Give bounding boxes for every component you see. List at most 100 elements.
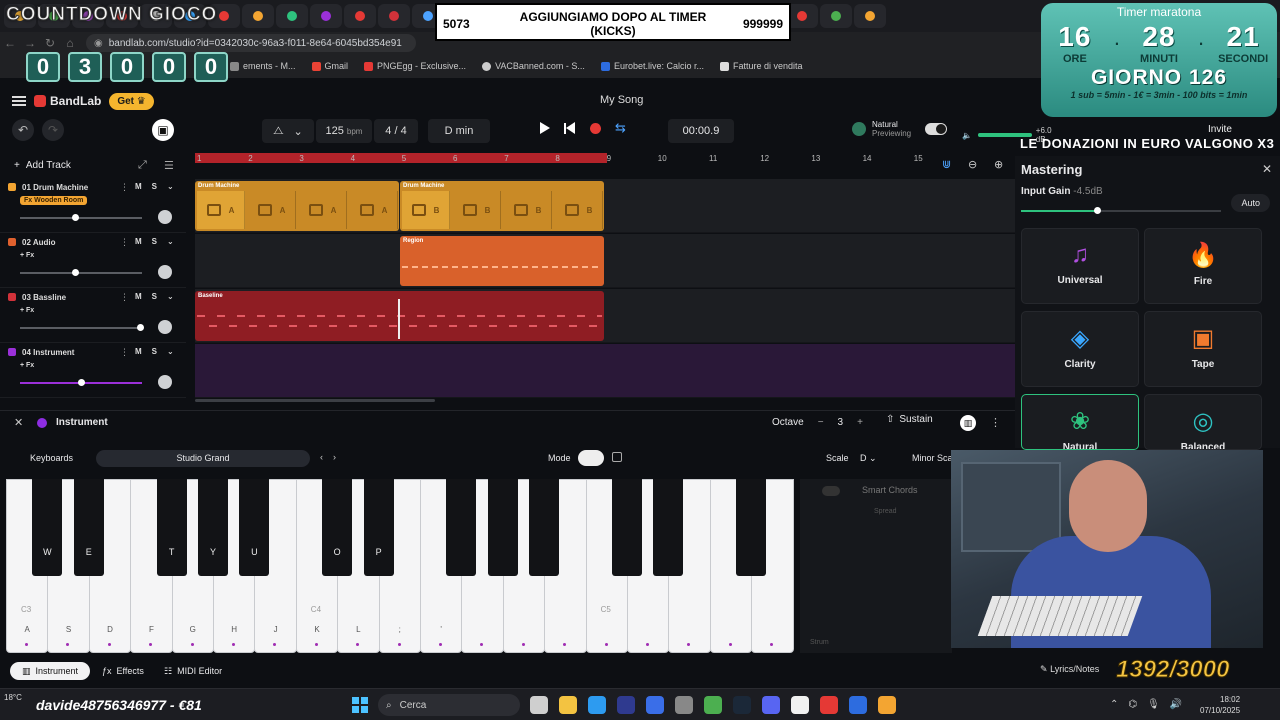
taskbar-app-icon[interactable]: [820, 696, 838, 714]
loop-region-bar[interactable]: [195, 153, 607, 163]
track-header[interactable]: 01 Drum Machine ⋮ M S ⌄ Fx Wooden Room: [0, 179, 186, 233]
browser-tab[interactable]: [820, 4, 852, 28]
browser-tab[interactable]: [310, 4, 342, 28]
close-icon[interactable]: ✕: [1262, 162, 1272, 176]
scale-mode-select[interactable]: Minor Sca: [912, 453, 953, 463]
time-signature-field[interactable]: 4 / 4: [374, 119, 418, 143]
taskbar-app-icon[interactable]: [849, 696, 867, 714]
piano-black-key[interactable]: [529, 479, 560, 576]
taskbar-app-icon[interactable]: [675, 696, 693, 714]
key-field[interactable]: D min: [428, 119, 490, 143]
mute-button[interactable]: M: [135, 237, 142, 246]
track-volume-slider[interactable]: [20, 269, 142, 276]
song-title[interactable]: My Song: [600, 94, 643, 106]
taskbar-app-icon[interactable]: [559, 696, 577, 714]
input-gain-slider[interactable]: [1021, 207, 1221, 214]
zoom-out-icon[interactable]: ⊖: [968, 158, 977, 171]
bookmark-item[interactable]: ements - M...: [230, 61, 296, 71]
taskbar-app-icon[interactable]: [878, 696, 896, 714]
piano-black-key[interactable]: [612, 479, 642, 576]
track-settings-icon[interactable]: ☰: [164, 159, 174, 172]
mute-button[interactable]: M: [135, 347, 142, 356]
scale-key-select[interactable]: D ⌄: [860, 453, 877, 464]
bookmark-item[interactable]: VACBanned.com - S...: [482, 61, 585, 71]
taskbar-app-icon[interactable]: [791, 696, 809, 714]
piano-black-key[interactable]: [736, 479, 767, 576]
lyrics-notes-button[interactable]: ✎ Lyrics/Notes: [1040, 664, 1099, 675]
track-volume-slider[interactable]: [20, 214, 142, 221]
track-lane-instrument[interactable]: [195, 344, 1015, 398]
chevron-left-icon[interactable]: ‹: [320, 452, 323, 462]
bookmark-item[interactable]: Gmail: [311, 61, 348, 71]
track-lane-drum[interactable]: Drum Machine A A A A Drum Machine B B B …: [195, 179, 1015, 233]
back-icon[interactable]: ←: [0, 36, 20, 50]
add-fx-button[interactable]: + Fx: [20, 252, 34, 259]
forward-icon[interactable]: →: [20, 36, 40, 50]
taskbar-app-icon[interactable]: [704, 696, 722, 714]
volume-knob[interactable]: [78, 379, 85, 386]
track-menu-icon[interactable]: ⋮: [120, 237, 129, 248]
taskbar-app-icon[interactable]: [762, 696, 780, 714]
track-menu-icon[interactable]: ⋮: [120, 292, 129, 303]
volume-knob[interactable]: [71, 214, 79, 221]
tab-midi-editor[interactable]: ☷ MIDI Editor: [152, 662, 234, 680]
mastering-preset[interactable]: ❀ Natural: [1021, 394, 1139, 450]
tab-instrument[interactable]: ▥ Instrument: [10, 662, 91, 680]
piano-black-key[interactable]: [653, 479, 684, 576]
mastering-toggle[interactable]: [925, 123, 948, 135]
piano-black-key[interactable]: [487, 479, 518, 576]
reload-icon[interactable]: ↻: [40, 36, 60, 50]
smart-chords-toggle[interactable]: [822, 486, 840, 496]
track-name[interactable]: 01 Drum Machine: [22, 183, 88, 192]
mute-button[interactable]: M: [135, 182, 142, 191]
play-icon[interactable]: [540, 122, 550, 134]
mode-grid-toggle[interactable]: [612, 452, 622, 462]
track-volume-slider[interactable]: [20, 324, 144, 331]
browser-tab[interactable]: [344, 4, 376, 28]
bandlab-logo[interactable]: BandLab: [34, 94, 101, 108]
piano-black-key[interactable]: P: [363, 479, 394, 576]
tab-effects[interactable]: ƒx Effects: [90, 662, 156, 680]
add-fx-button[interactable]: + Fx: [20, 307, 34, 314]
taskbar-clock[interactable]: 18:02 07/10/2025: [1200, 694, 1240, 716]
automation-icon[interactable]: ⤢: [138, 159, 147, 172]
keyboard-view-icon[interactable]: ▥: [960, 415, 976, 431]
taskbar-app-icon[interactable]: [617, 696, 635, 714]
browser-tab[interactable]: [854, 4, 886, 28]
piano-black-key[interactable]: Y: [198, 479, 228, 576]
taskbar-app-icon[interactable]: [588, 696, 606, 714]
volume-knob[interactable]: [71, 269, 79, 276]
solo-button[interactable]: S: [152, 182, 157, 191]
invite-button[interactable]: Invite: [1208, 124, 1232, 135]
record-icon[interactable]: [590, 122, 601, 134]
bookmark-item[interactable]: Eurobet.live: Calcio r...: [600, 61, 704, 71]
octave-plus-button[interactable]: +: [857, 417, 863, 428]
sustain-button[interactable]: ⇧ Sustain: [886, 414, 933, 425]
close-panel-icon[interactable]: ✕: [14, 416, 23, 429]
bookmark-item[interactable]: Fatture di vendita: [719, 61, 803, 71]
bookmark-item[interactable]: PNGEgg - Exclusive...: [364, 61, 466, 71]
snap-magnet-icon[interactable]: ⋓: [942, 158, 951, 171]
taskbar-app-icon[interactable]: [530, 696, 548, 714]
layout-button[interactable]: ▣: [152, 119, 174, 141]
chevron-up-icon[interactable]: ⌃: [1110, 699, 1118, 710]
mastering-preset[interactable]: 🔥 Fire: [1144, 228, 1262, 304]
pan-knob[interactable]: [158, 210, 172, 224]
bass-region[interactable]: Baseline: [195, 291, 604, 341]
get-membership-button[interactable]: Get ♛: [109, 92, 154, 110]
weather-widget[interactable]: 18°C: [4, 693, 22, 702]
volume-knob[interactable]: [136, 324, 144, 331]
pan-knob[interactable]: [158, 375, 172, 389]
track-name[interactable]: 04 Instrument: [22, 348, 74, 357]
mute-button[interactable]: M: [135, 292, 142, 301]
taskbar-app-icon[interactable]: [646, 696, 664, 714]
tempo-field[interactable]: 125 bpm: [316, 119, 372, 143]
network-icon[interactable]: ⌬: [1128, 699, 1137, 710]
browser-tab[interactable]: [276, 4, 308, 28]
url-field[interactable]: ◉ bandlab.com/studio?id=0342030c-96a3-f0…: [86, 34, 416, 52]
drum-region-b[interactable]: Drum Machine B B B B: [400, 181, 604, 231]
natural-preview[interactable]: Natural Previewing: [852, 120, 948, 138]
browser-tab[interactable]: [242, 4, 274, 28]
keyboards-category[interactable]: Keyboards: [30, 453, 73, 463]
fx-chip[interactable]: Fx Wooden Room: [20, 196, 88, 205]
